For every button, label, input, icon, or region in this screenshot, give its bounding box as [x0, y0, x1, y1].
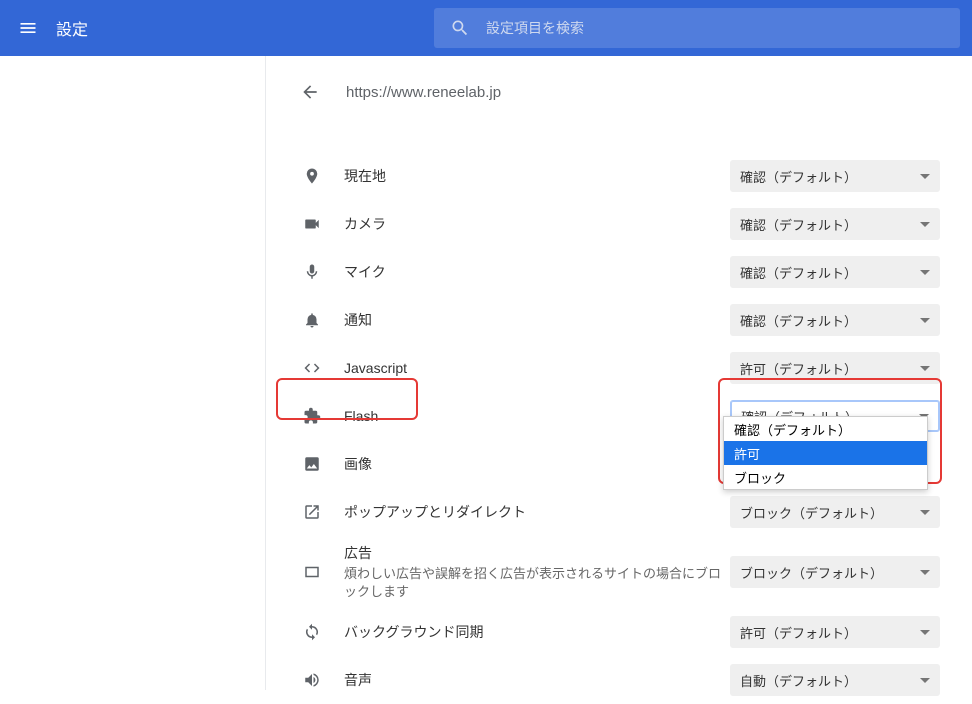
code-icon [303, 359, 321, 377]
chevron-down-icon [920, 174, 930, 179]
camera-icon [303, 215, 321, 233]
flash-option-ask[interactable]: 確認（デフォルト） [724, 417, 927, 441]
flash-option-block[interactable]: ブロック [724, 465, 927, 489]
image-icon [303, 455, 321, 473]
dropdown-bgsync[interactable]: 許可（デフォルト） [730, 616, 940, 648]
ads-icon [303, 563, 321, 581]
chevron-down-icon [920, 570, 930, 575]
flash-option-allow[interactable]: 許可 [724, 441, 927, 465]
chevron-down-icon [920, 630, 930, 635]
header-title: 設定 [56, 16, 88, 40]
sidebar [0, 56, 266, 690]
label-ads-sub: 煩わしい広告や誤解を招く広告が表示されるサイトの場合にブロックします [344, 565, 730, 601]
label-ads: 広告 煩わしい広告や誤解を招く広告が表示されるサイトの場合にブロックします [344, 543, 730, 601]
label-notify: 通知 [344, 310, 730, 330]
content: https://www.reneelab.jp 現在地 確認（デフォルト） カメ… [0, 56, 972, 690]
search-box[interactable]: 設定項目を検索 [434, 8, 960, 48]
site-url: https://www.reneelab.jp [346, 84, 501, 101]
row-camera: カメラ 確認（デフォルト） [266, 200, 972, 248]
main-panel: https://www.reneelab.jp 現在地 確認（デフォルト） カメ… [266, 56, 972, 690]
chevron-down-icon [920, 270, 930, 275]
chevron-down-icon [920, 366, 930, 371]
row-mic: マイク 確認（デフォルト） [266, 248, 972, 296]
bell-icon [303, 311, 321, 329]
sound-icon [303, 671, 321, 689]
dropdown-sound[interactable]: 自動（デフォルト） [730, 664, 940, 696]
dropdown-location[interactable]: 確認（デフォルト） [730, 160, 940, 192]
label-js: Javascript [344, 360, 730, 376]
hamburger-icon [18, 18, 38, 38]
url-row: https://www.reneelab.jp [266, 80, 972, 104]
chevron-down-icon [920, 222, 930, 227]
label-bgsync: バックグラウンド同期 [344, 622, 730, 642]
dropdown-notify[interactable]: 確認（デフォルト） [730, 304, 940, 336]
arrow-back-icon [300, 82, 320, 102]
sync-icon [303, 623, 321, 641]
dropdown-js[interactable]: 許可（デフォルト） [730, 352, 940, 384]
dropdown-camera[interactable]: 確認（デフォルト） [730, 208, 940, 240]
label-camera: カメラ [344, 214, 730, 234]
row-popup: ポップアップとリダイレクト ブロック（デフォルト） [266, 488, 972, 536]
search-icon [450, 18, 470, 38]
dropdown-popup[interactable]: ブロック（デフォルト） [730, 496, 940, 528]
row-location: 現在地 確認（デフォルト） [266, 152, 972, 200]
dropdown-ads[interactable]: ブロック（デフォルト） [730, 556, 940, 588]
chevron-down-icon [920, 318, 930, 323]
chevron-down-icon [920, 510, 930, 515]
row-notify: 通知 確認（デフォルト） [266, 296, 972, 344]
row-sound: 音声 自動（デフォルト） [266, 656, 972, 704]
location-icon [303, 167, 321, 185]
mic-icon [303, 263, 321, 281]
search-placeholder: 設定項目を検索 [486, 18, 584, 38]
flash-dropdown-menu: 確認（デフォルト） 許可 ブロック [723, 416, 928, 490]
popup-icon [303, 503, 321, 521]
chevron-down-icon [920, 678, 930, 683]
menu-button[interactable] [0, 18, 56, 38]
row-js: Javascript 許可（デフォルト） [266, 344, 972, 392]
label-sound: 音声 [344, 670, 730, 690]
dropdown-mic[interactable]: 確認（デフォルト） [730, 256, 940, 288]
back-button[interactable] [298, 80, 322, 104]
label-flash: Flash [344, 408, 730, 424]
puzzle-icon [303, 407, 321, 425]
label-location: 現在地 [344, 166, 730, 186]
label-mic: マイク [344, 262, 730, 282]
row-ads: 広告 煩わしい広告や誤解を招く広告が表示されるサイトの場合にブロックします ブロ… [266, 536, 972, 608]
label-popup: ポップアップとリダイレクト [344, 502, 730, 522]
app-header: 設定 設定項目を検索 [0, 0, 972, 56]
row-bgsync: バックグラウンド同期 許可（デフォルト） [266, 608, 972, 656]
